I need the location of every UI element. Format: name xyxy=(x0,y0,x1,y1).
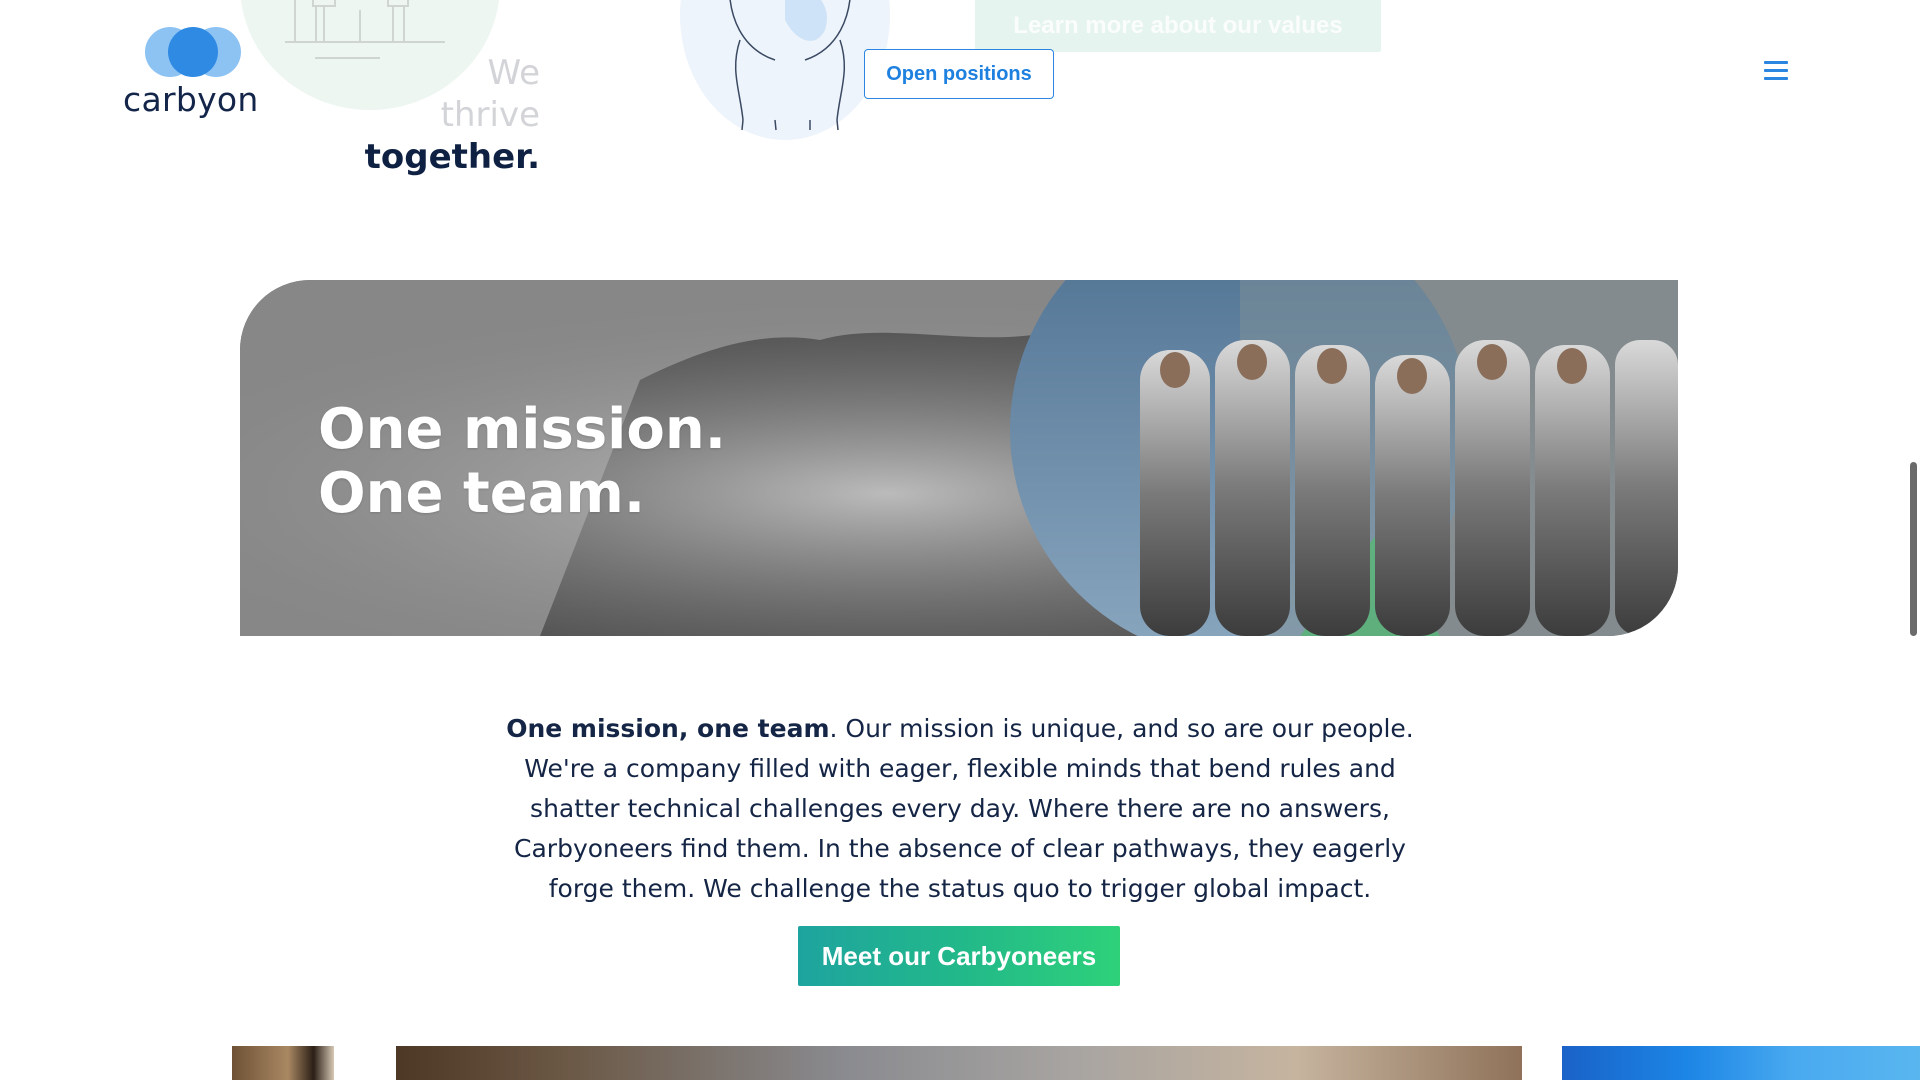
open-positions-button[interactable]: Open positions xyxy=(864,49,1054,99)
thrive-together-heading: We thrive together. xyxy=(340,52,540,178)
gallery-image[interactable] xyxy=(232,1046,334,1080)
thrive-line-1: We xyxy=(487,53,540,93)
learn-more-values-button[interactable]: Learn more about our values xyxy=(975,0,1381,52)
menu-bar xyxy=(1764,77,1788,80)
brand-name: carbyon xyxy=(123,80,259,119)
hero-banner: One mission. One team. xyxy=(240,280,1678,636)
hamburger-menu-icon[interactable] xyxy=(1764,60,1790,86)
hero-title-line-1: One mission. xyxy=(318,397,726,462)
hero-title-line-2: One team. xyxy=(318,461,646,526)
menu-bar xyxy=(1764,61,1788,64)
thrive-line-2: thrive xyxy=(440,95,540,135)
gallery-image[interactable] xyxy=(396,1046,1522,1080)
scrollbar-thumb[interactable] xyxy=(1910,462,1917,636)
carbyon-logo[interactable]: carbyon xyxy=(123,25,263,125)
menu-bar xyxy=(1764,69,1788,72)
mission-paragraph: One mission, one team. Our mission is un… xyxy=(490,709,1430,909)
thrive-line-3: together. xyxy=(364,137,540,177)
mission-lead: One mission, one team xyxy=(506,714,830,743)
page: carbyon We thrive together. Learn more a… xyxy=(0,0,1920,1080)
hero-title: One mission. One team. xyxy=(318,398,726,526)
carbyon-logo-icon xyxy=(145,27,241,77)
gallery-image[interactable] xyxy=(1562,1046,1920,1080)
meet-carbyoneers-button[interactable]: Meet our Carbyoneers xyxy=(798,926,1120,986)
globe-hands-illustration xyxy=(729,0,851,131)
